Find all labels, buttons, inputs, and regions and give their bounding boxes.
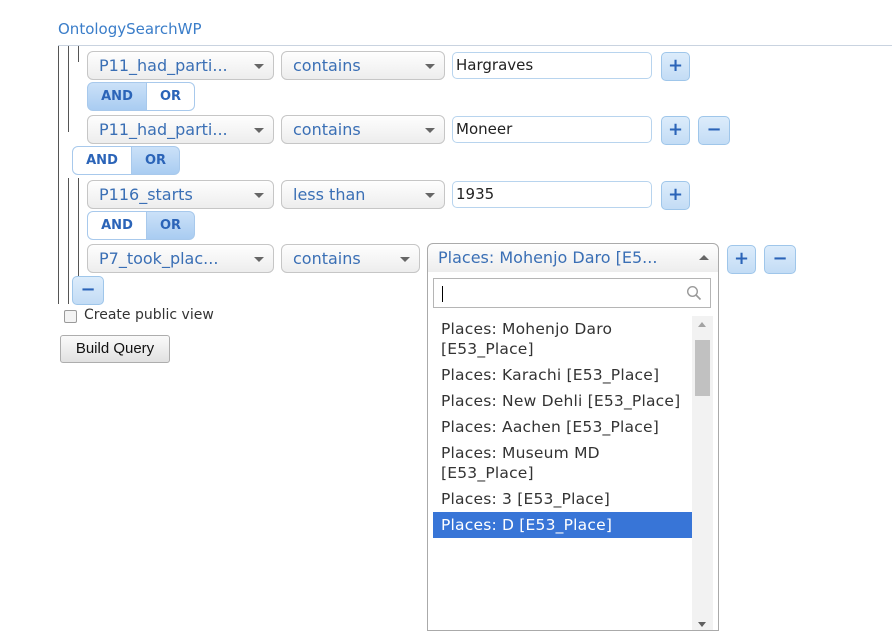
tree-line-inner-2 <box>78 46 79 62</box>
operator-select-4[interactable]: contains <box>281 244 420 273</box>
dropdown-options: Places: Mohenjo Daro [E53_Place] Places:… <box>433 316 692 538</box>
value-input-3[interactable]: 1935 <box>452 181 652 208</box>
dropdown-option[interactable]: Places: Aachen [E53_Place] <box>433 414 692 440</box>
value-select-4-value: Places: Mohenjo Daro [E5... <box>438 248 658 267</box>
value-input-2[interactable]: Moneer <box>452 116 652 143</box>
chevron-down-icon <box>425 193 435 198</box>
property-select-2-value: P11_had_parti... <box>99 120 228 139</box>
scrollbar-thumb[interactable] <box>695 340 710 396</box>
dropdown-option[interactable]: Places: Museum MD [E53_Place] <box>433 440 692 486</box>
chevron-down-icon <box>425 64 435 69</box>
chevron-down-icon <box>254 128 264 133</box>
dropdown-option[interactable]: Places: New Dehli [E53_Place] <box>433 388 692 414</box>
title-divider <box>58 45 892 46</box>
value-select-4[interactable]: Places: Mohenjo Daro [E5... <box>427 243 719 273</box>
or-button-1[interactable]: OR <box>147 82 195 111</box>
scroll-up-icon[interactable] <box>698 322 706 327</box>
chevron-down-icon <box>254 193 264 198</box>
remove-condition-button-2[interactable]: − <box>698 116 730 145</box>
remove-condition-button-4[interactable]: − <box>764 245 796 274</box>
or-button-2[interactable]: OR <box>132 146 180 175</box>
operator-select-2-value: contains <box>293 120 361 139</box>
remove-group-button[interactable]: − <box>72 276 104 305</box>
dropdown-option[interactable]: Places: Mohenjo Daro [E53_Place] <box>433 316 692 362</box>
chevron-up-icon <box>699 255 709 260</box>
build-query-button[interactable]: Build Query <box>60 335 170 363</box>
operator-select-2[interactable]: contains <box>281 115 445 144</box>
public-view-label: Create public view <box>84 307 214 323</box>
add-condition-button-3[interactable]: + <box>661 181 690 210</box>
chevron-down-icon <box>425 128 435 133</box>
tree-line-inner <box>68 46 69 132</box>
dropdown-option[interactable]: Places: 3 [E53_Place] <box>433 486 692 512</box>
property-select-1-value: P11_had_parti... <box>99 56 228 75</box>
and-button-3[interactable]: AND <box>87 211 147 240</box>
add-condition-button-4[interactable]: + <box>727 245 756 274</box>
and-button-1[interactable]: AND <box>87 82 147 111</box>
scroll-down-icon[interactable] <box>698 622 706 627</box>
operator-select-1[interactable]: contains <box>281 51 445 80</box>
text-cursor <box>442 286 443 302</box>
search-icon <box>686 285 702 301</box>
value-input-1[interactable]: Hargraves <box>452 52 652 79</box>
operator-select-3[interactable]: less than <box>281 180 445 209</box>
property-select-4-value: P7_took_plac... <box>99 249 219 268</box>
chevron-down-icon <box>254 257 264 262</box>
and-button-2[interactable]: AND <box>72 146 132 175</box>
add-condition-button-2[interactable]: + <box>661 116 690 145</box>
property-select-1[interactable]: P11_had_parti... <box>87 51 274 80</box>
page-title[interactable]: OntologySearchWP <box>58 20 202 38</box>
dropdown-option[interactable]: Places: Karachi [E53_Place] <box>433 362 692 388</box>
dropdown-search-input[interactable] <box>433 278 711 308</box>
property-select-2[interactable]: P11_had_parti... <box>87 115 274 144</box>
dropdown-scrollbar[interactable] <box>692 316 713 630</box>
tree-line-group-2 <box>68 178 69 304</box>
tree-line-outer <box>58 46 59 304</box>
or-button-3[interactable]: OR <box>147 211 195 240</box>
chevron-down-icon <box>254 64 264 69</box>
property-select-3-value: P116_starts <box>99 185 193 204</box>
property-select-4[interactable]: P7_took_plac... <box>87 244 274 273</box>
property-select-3[interactable]: P116_starts <box>87 180 274 209</box>
operator-select-4-value: contains <box>293 249 361 268</box>
tree-line-group-2-inner <box>78 178 79 276</box>
operator-select-3-value: less than <box>293 185 366 204</box>
operator-select-1-value: contains <box>293 56 361 75</box>
public-view-checkbox[interactable] <box>64 310 77 323</box>
value-dropdown: Places: Mohenjo Daro [E53_Place] Places:… <box>427 272 719 631</box>
chevron-down-icon <box>400 257 410 262</box>
dropdown-option-highlighted[interactable]: Places: D [E53_Place] <box>433 512 692 538</box>
add-condition-button-1[interactable]: + <box>661 52 690 81</box>
